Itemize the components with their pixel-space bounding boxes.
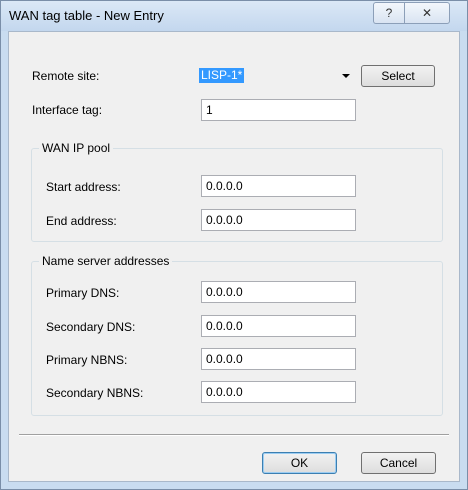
primary-dns-label: Primary DNS: — [46, 286, 120, 300]
window-title: WAN tag table - New Entry — [9, 8, 164, 23]
separator — [19, 434, 449, 436]
end-address-label: End address: — [46, 214, 117, 228]
dialog-window: WAN tag table - New Entry ? ✕ Remote sit… — [0, 0, 468, 490]
name-server-addresses-group: Name server addresses Primary DNS: 0.0.0… — [31, 254, 443, 416]
wan-ip-pool-title: WAN IP pool — [39, 141, 114, 155]
start-address-label: Start address: — [46, 180, 121, 194]
primary-dns-field[interactable]: 0.0.0.0 — [201, 281, 356, 303]
interface-tag-field[interactable]: 1 — [201, 99, 356, 121]
name-server-addresses-title: Name server addresses — [39, 254, 173, 268]
select-button[interactable]: Select — [361, 65, 435, 87]
remote-site-combobox[interactable]: LISP-1* — [196, 65, 356, 87]
remote-site-value: LISP-1* — [199, 68, 245, 83]
wan-ip-pool-group: WAN IP pool Start address: 0.0.0.0 End a… — [31, 141, 443, 242]
remote-site-label: Remote site: — [32, 69, 100, 83]
help-button[interactable]: ? — [373, 2, 404, 24]
interface-tag-label: Interface tag: — [32, 103, 103, 117]
close-button[interactable]: ✕ — [404, 2, 450, 24]
select-button-label: Select — [381, 69, 415, 83]
secondary-nbns-label: Secondary NBNS: — [46, 386, 144, 400]
ok-button[interactable]: OK — [262, 452, 337, 474]
title-bar[interactable]: WAN tag table - New Entry ? ✕ — [1, 1, 467, 31]
help-icon: ? — [385, 6, 393, 20]
primary-nbns-field[interactable]: 0.0.0.0 — [201, 348, 356, 370]
end-address-field[interactable]: 0.0.0.0 — [201, 209, 356, 231]
dialog-content: Remote site: LISP-1* Select Interface ta… — [8, 31, 460, 482]
close-icon: ✕ — [421, 6, 433, 20]
chevron-down-icon[interactable] — [342, 74, 350, 78]
primary-nbns-label: Primary NBNS: — [46, 353, 128, 367]
ok-button-label: OK — [290, 456, 309, 470]
start-address-field[interactable]: 0.0.0.0 — [201, 175, 356, 197]
cancel-button[interactable]: Cancel — [361, 452, 436, 474]
secondary-nbns-field[interactable]: 0.0.0.0 — [201, 381, 356, 403]
secondary-dns-label: Secondary DNS: — [46, 320, 136, 334]
cancel-button-label: Cancel — [379, 456, 418, 470]
secondary-dns-field[interactable]: 0.0.0.0 — [201, 315, 356, 337]
